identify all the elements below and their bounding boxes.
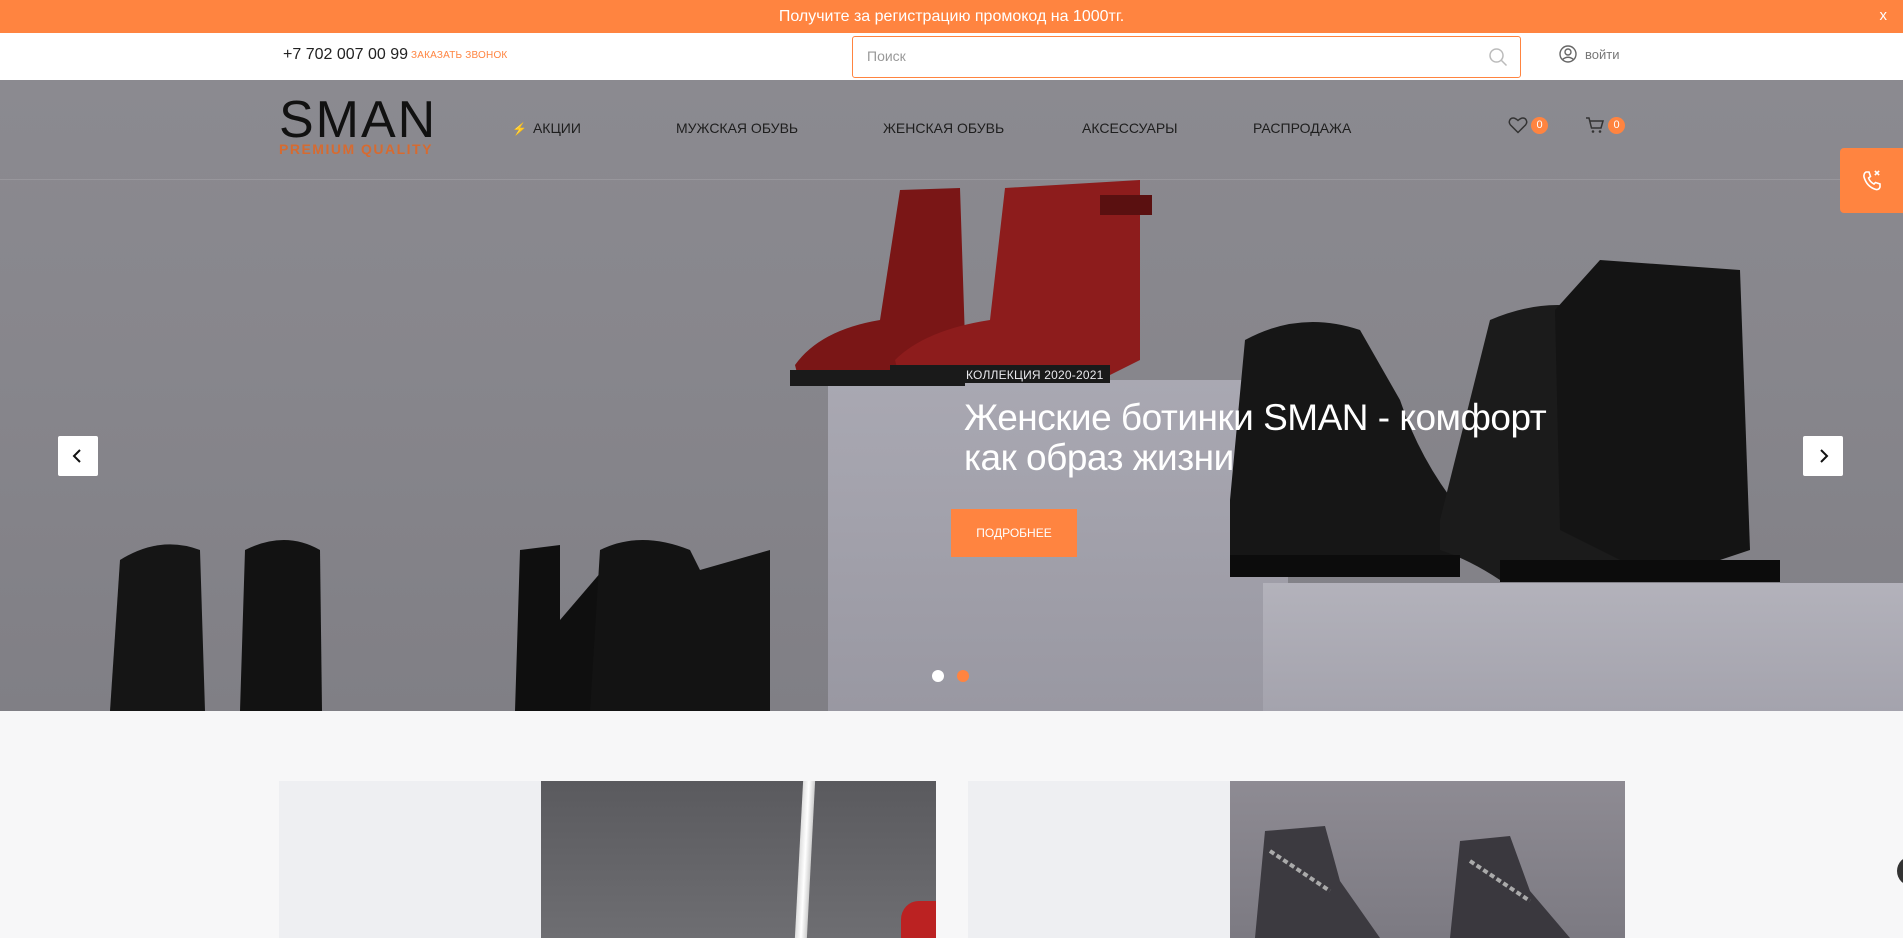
nav-item-label: АКЦИИ <box>532 120 581 136</box>
slider-prev-button[interactable] <box>58 436 98 476</box>
slider-dot-active[interactable] <box>957 670 969 682</box>
slider-dot[interactable] <box>932 670 944 682</box>
slide-title: Женские ботинки SMAN - комфорт как образ… <box>964 397 1547 478</box>
chat-widget-button[interactable] <box>1897 856 1903 886</box>
main-navigation: SMAN PREMIUM QUALITY ⚡ АКЦИИ МУЖСКАЯ ОБУВ… <box>0 80 1903 180</box>
favorites-button[interactable]: 0 <box>1508 116 1548 134</box>
category-card-image <box>1230 781 1625 938</box>
phone-number[interactable]: +7 702 007 00 99 <box>283 46 408 64</box>
slider-pagination <box>932 670 969 682</box>
promo-close-button[interactable]: x <box>1880 7 1888 24</box>
nav-item-sales[interactable]: ⚡ АКЦИИ <box>512 120 581 136</box>
cart-button[interactable]: 0 <box>1585 116 1625 134</box>
login-label: войти <box>1585 46 1620 62</box>
logo-wordmark: SMAN <box>279 91 438 149</box>
promo-banner: Получите за регистрацию промокод на 1000… <box>0 0 1903 33</box>
promo-text: Получите за регистрацию промокод на 1000… <box>778 7 1125 25</box>
heart-icon <box>1508 117 1528 134</box>
bolt-icon: ⚡ <box>512 122 527 136</box>
hero-slider: SMAN PREMIUM QUALITY ⚡ АКЦИИ МУЖСКАЯ ОБУВ… <box>0 80 1903 711</box>
nav-item-accessories[interactable]: АКСЕССУАРЫ <box>1082 120 1178 136</box>
light-stripe <box>794 781 816 938</box>
slide-collection-label: КОЛЛЕКЦИЯ 2020-2021 <box>966 368 1104 382</box>
cart-icon <box>1586 117 1604 133</box>
user-icon <box>1559 45 1577 63</box>
nav-item-clearance[interactable]: РАСПРОДАЖА <box>1253 120 1351 136</box>
category-card-image <box>541 781 936 938</box>
cart-count-badge: 0 <box>1608 116 1625 134</box>
phone-icon <box>1862 169 1881 190</box>
more-details-button[interactable]: ПОДРОБНЕЕ <box>951 509 1077 557</box>
chevron-left-icon <box>72 449 81 463</box>
logo[interactable]: SMAN PREMIUM QUALITY <box>279 91 438 157</box>
search-icon[interactable] <box>1488 47 1508 67</box>
top-bar: +7 702 007 00 99 заказать звонок войти <box>0 33 1903 80</box>
boots-image <box>1255 826 1570 938</box>
chevron-right-icon <box>1820 449 1829 463</box>
nav-item-womens-shoes[interactable]: ЖЕНСКАЯ ОБУВЬ <box>883 120 1004 136</box>
login-link[interactable]: войти <box>1559 45 1619 63</box>
category-card[interactable] <box>279 781 936 938</box>
search-input[interactable] <box>853 37 1453 75</box>
order-call-link[interactable]: заказать звонок <box>411 50 507 61</box>
search-box <box>852 36 1521 78</box>
nav-item-mens-shoes[interactable]: МУЖСКАЯ ОБУВЬ <box>676 120 798 136</box>
product-fragment <box>901 901 936 938</box>
logo-tagline: PREMIUM QUALITY <box>279 141 433 157</box>
favorites-count-badge: 0 <box>1531 116 1548 134</box>
callback-tab-button[interactable] <box>1840 148 1903 213</box>
category-card[interactable] <box>968 781 1625 938</box>
slider-next-button[interactable] <box>1803 436 1843 476</box>
